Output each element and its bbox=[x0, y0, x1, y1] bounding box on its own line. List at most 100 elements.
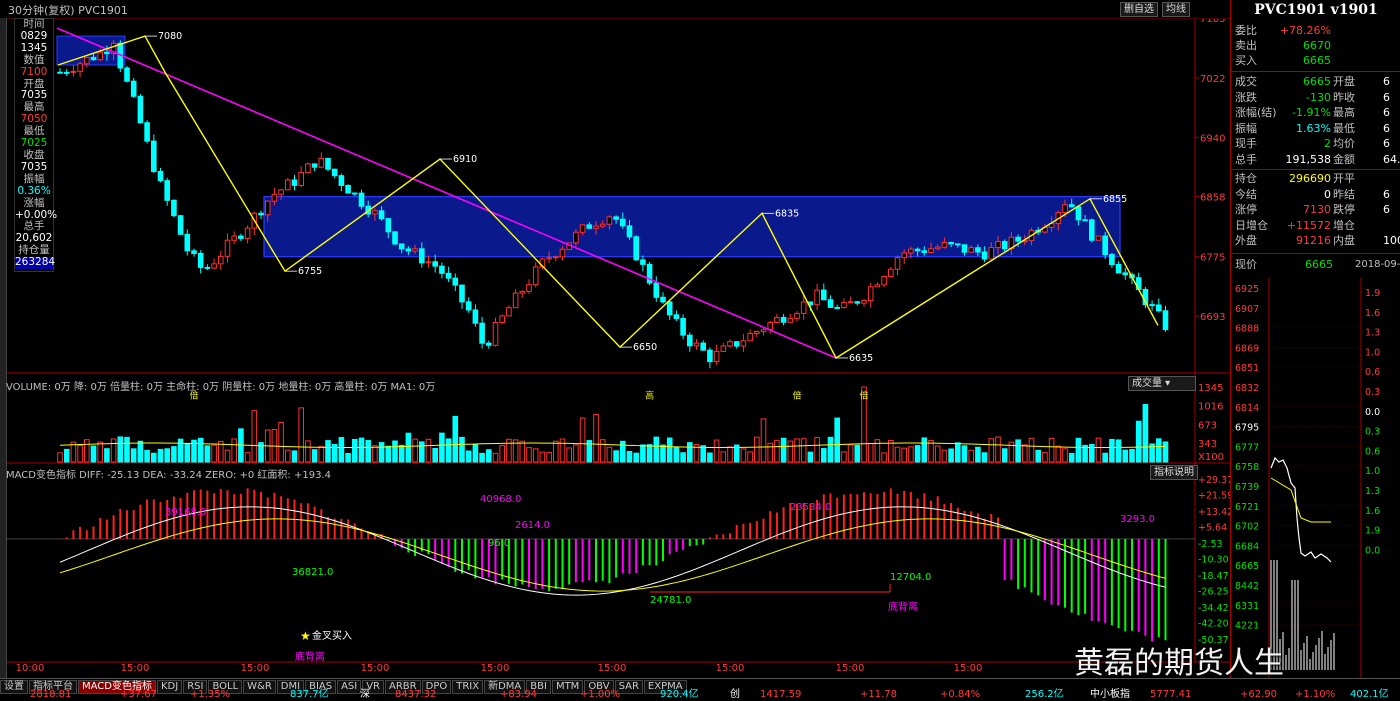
candle-body bbox=[693, 342, 700, 347]
candle-body bbox=[244, 227, 251, 239]
volume-bar bbox=[680, 452, 686, 463]
volume-bar bbox=[465, 450, 472, 463]
candle-body bbox=[606, 216, 613, 225]
volume-bar bbox=[747, 451, 753, 463]
volume-bar bbox=[110, 438, 117, 463]
candle-body bbox=[934, 246, 941, 250]
quote-row: 成交 6665 开盘 6 bbox=[1235, 74, 1400, 89]
volume-bar bbox=[211, 444, 217, 463]
mini-tick-label: 6702 bbox=[1235, 522, 1259, 533]
volume-bar bbox=[934, 445, 941, 463]
candle-body bbox=[774, 316, 780, 324]
time-axis-label: 15:00 bbox=[361, 663, 390, 674]
price-tick-label: 6940 bbox=[1200, 133, 1225, 144]
candle-body bbox=[278, 189, 284, 195]
volume-bar bbox=[144, 449, 150, 463]
ticker-value: 8437.32 bbox=[395, 689, 437, 700]
volume-bar bbox=[787, 440, 794, 463]
macd-area-label: 12704.0 bbox=[890, 572, 931, 583]
volume-dropdown[interactable]: 成交量 ▾ bbox=[1128, 376, 1196, 391]
quote-row: 买入 6665 bbox=[1235, 53, 1400, 68]
candle-body bbox=[532, 266, 539, 286]
candle-body bbox=[298, 171, 304, 186]
candle-body bbox=[405, 248, 412, 252]
ticker-value: 837.7亿 bbox=[290, 689, 329, 700]
info-row: 1345 bbox=[20, 41, 48, 54]
quote-key: 成交 bbox=[1235, 75, 1257, 88]
mini-intraday-chart[interactable]: 6925 6907 6888 6869 6851 6832 6814 6795 6777 6758… bbox=[1231, 278, 1400, 678]
volume-bar bbox=[854, 444, 861, 463]
volume-bar bbox=[593, 414, 599, 463]
volume-bar bbox=[620, 440, 626, 463]
mini-pct-label: 1.0 bbox=[1365, 466, 1380, 477]
candle-body bbox=[271, 193, 278, 202]
indicator-help-button[interactable]: 指标说明 bbox=[1150, 465, 1198, 480]
candle-body bbox=[573, 231, 579, 244]
mini-pct-label: 1.3 bbox=[1365, 328, 1380, 339]
candle-body bbox=[305, 163, 311, 173]
candle-body bbox=[553, 256, 559, 259]
volume-bar bbox=[760, 418, 767, 463]
volume-bar bbox=[1035, 449, 1042, 463]
remove-favorite-button[interactable]: 删自选 bbox=[1120, 2, 1158, 17]
candle-body bbox=[1102, 235, 1109, 256]
volume-bar bbox=[1055, 445, 1062, 463]
macd-tick-label: -2.53 bbox=[1198, 539, 1223, 550]
main-chart-area[interactable]: 7105702269406858677566937080691068356855… bbox=[0, 0, 1230, 700]
candle-body bbox=[988, 247, 995, 260]
candle-body bbox=[392, 231, 398, 245]
volume-bar bbox=[995, 436, 1001, 463]
volume-bar bbox=[479, 452, 485, 463]
macd-area-label: 39168.0 bbox=[165, 507, 206, 518]
volume-bar bbox=[392, 440, 398, 463]
mini-price-line bbox=[1270, 456, 1332, 563]
price-annotation: 6835 bbox=[775, 208, 799, 219]
candle-body bbox=[104, 51, 110, 55]
candle-body bbox=[874, 284, 881, 288]
candle-body bbox=[231, 235, 237, 241]
volume-bar bbox=[948, 448, 954, 463]
volume-bar bbox=[579, 417, 586, 463]
quote-value: 6670 bbox=[1303, 39, 1331, 52]
candle-body bbox=[894, 257, 901, 270]
candle-body bbox=[981, 251, 988, 260]
volume-bar bbox=[244, 452, 251, 463]
quote-value: 100 bbox=[1383, 234, 1400, 247]
volume-bar bbox=[727, 446, 733, 463]
volume-bar bbox=[553, 440, 559, 463]
mini-tick-label: 6888 bbox=[1235, 324, 1259, 335]
volume-bar bbox=[231, 438, 237, 463]
cross-buy-label: 金叉买入 bbox=[312, 629, 352, 642]
mini-tick-label: 6331 bbox=[1235, 601, 1259, 612]
window-title: 30分钟(复权) PVC1901 bbox=[8, 4, 128, 17]
macd-area-label: 40968.0 bbox=[480, 494, 521, 505]
volume-bar bbox=[251, 410, 258, 463]
quote-value: 6665 bbox=[1303, 54, 1331, 67]
moving-average-button[interactable]: 均线 bbox=[1162, 2, 1190, 17]
volume-bar bbox=[204, 445, 211, 463]
volume-bar bbox=[117, 436, 124, 463]
candle-body bbox=[137, 95, 144, 124]
candle-body bbox=[1075, 206, 1082, 221]
candle-body bbox=[834, 306, 841, 309]
mini-pct-label: 0.6 bbox=[1365, 446, 1380, 457]
mini-pct-label: 1.0 bbox=[1365, 347, 1380, 358]
volume-bar bbox=[901, 447, 908, 463]
mini-pct-label: 0.3 bbox=[1365, 387, 1380, 398]
candle-body bbox=[901, 252, 908, 259]
volume-bar bbox=[352, 438, 358, 463]
candle-body bbox=[941, 241, 948, 248]
macd-area-label: 36821.0 bbox=[292, 567, 333, 578]
quote-key: 卖出 bbox=[1235, 39, 1257, 52]
left-side-tabs[interactable] bbox=[0, 18, 7, 678]
candle-body bbox=[754, 331, 760, 334]
volume-bar bbox=[981, 452, 988, 463]
mini-tick-label: 6777 bbox=[1235, 442, 1259, 453]
price-tick-label: 6693 bbox=[1200, 312, 1225, 323]
volume-bar bbox=[660, 444, 666, 463]
candle-body bbox=[620, 218, 626, 227]
volume-bar bbox=[499, 444, 505, 463]
quote-value: 91216 bbox=[1296, 234, 1331, 247]
candle-body bbox=[519, 291, 526, 294]
macd-diff-line bbox=[59, 506, 1166, 596]
